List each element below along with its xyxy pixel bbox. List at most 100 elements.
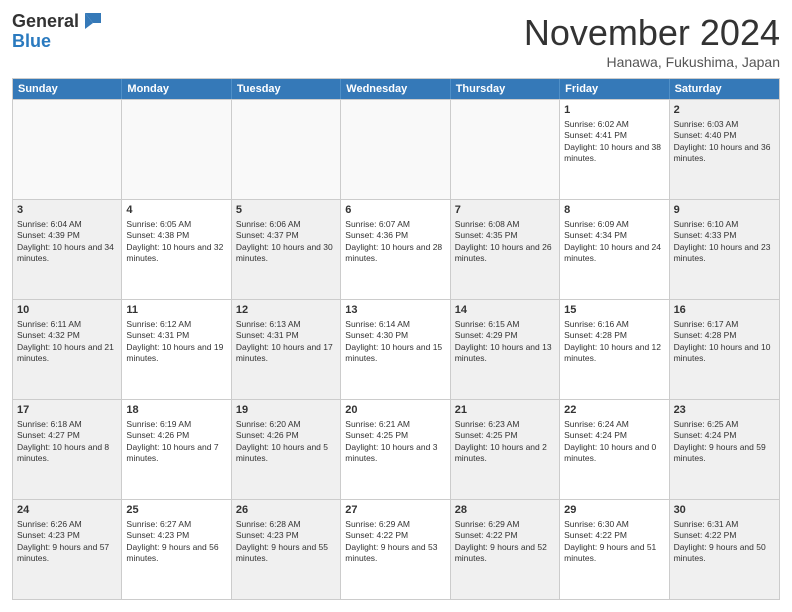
cal-cell-3-6: 15Sunrise: 6:16 AM Sunset: 4:28 PM Dayli… [560, 300, 669, 399]
cal-cell-2-2: 4Sunrise: 6:05 AM Sunset: 4:38 PM Daylig… [122, 200, 231, 299]
calendar: Sunday Monday Tuesday Wednesday Thursday… [12, 78, 780, 600]
day-info: Sunrise: 6:19 AM Sunset: 4:26 PM Dayligh… [126, 419, 218, 463]
day-info: Sunrise: 6:12 AM Sunset: 4:31 PM Dayligh… [126, 319, 223, 363]
cal-cell-1-4 [341, 100, 450, 199]
logo-general: General [12, 12, 79, 32]
day-number: 5 [236, 203, 336, 218]
day-info: Sunrise: 6:11 AM Sunset: 4:32 PM Dayligh… [17, 319, 114, 363]
day-number: 23 [674, 403, 775, 418]
day-number: 20 [345, 403, 445, 418]
cal-cell-3-3: 12Sunrise: 6:13 AM Sunset: 4:31 PM Dayli… [232, 300, 341, 399]
day-info: Sunrise: 6:08 AM Sunset: 4:35 PM Dayligh… [455, 219, 552, 263]
cal-cell-3-2: 11Sunrise: 6:12 AM Sunset: 4:31 PM Dayli… [122, 300, 231, 399]
day-number: 2 [674, 103, 775, 118]
day-info: Sunrise: 6:30 AM Sunset: 4:22 PM Dayligh… [564, 519, 656, 563]
day-number: 22 [564, 403, 664, 418]
day-info: Sunrise: 6:28 AM Sunset: 4:23 PM Dayligh… [236, 519, 328, 563]
day-number: 28 [455, 503, 555, 518]
header-tuesday: Tuesday [232, 79, 341, 99]
day-info: Sunrise: 6:27 AM Sunset: 4:23 PM Dayligh… [126, 519, 218, 563]
day-number: 3 [17, 203, 117, 218]
day-info: Sunrise: 6:10 AM Sunset: 4:33 PM Dayligh… [674, 219, 771, 263]
cal-cell-1-2 [122, 100, 231, 199]
day-info: Sunrise: 6:13 AM Sunset: 4:31 PM Dayligh… [236, 319, 333, 363]
cal-cell-5-1: 24Sunrise: 6:26 AM Sunset: 4:23 PM Dayli… [13, 500, 122, 599]
day-info: Sunrise: 6:29 AM Sunset: 4:22 PM Dayligh… [345, 519, 437, 563]
day-info: Sunrise: 6:21 AM Sunset: 4:25 PM Dayligh… [345, 419, 437, 463]
day-info: Sunrise: 6:24 AM Sunset: 4:24 PM Dayligh… [564, 419, 656, 463]
day-info: Sunrise: 6:17 AM Sunset: 4:28 PM Dayligh… [674, 319, 771, 363]
day-info: Sunrise: 6:14 AM Sunset: 4:30 PM Dayligh… [345, 319, 442, 363]
day-number: 19 [236, 403, 336, 418]
day-info: Sunrise: 6:29 AM Sunset: 4:22 PM Dayligh… [455, 519, 547, 563]
cal-cell-4-1: 17Sunrise: 6:18 AM Sunset: 4:27 PM Dayli… [13, 400, 122, 499]
logo-blue: Blue [12, 32, 103, 52]
day-number: 11 [126, 303, 226, 318]
day-info: Sunrise: 6:03 AM Sunset: 4:40 PM Dayligh… [674, 119, 771, 163]
day-info: Sunrise: 6:16 AM Sunset: 4:28 PM Dayligh… [564, 319, 661, 363]
cal-cell-2-5: 7Sunrise: 6:08 AM Sunset: 4:35 PM Daylig… [451, 200, 560, 299]
day-number: 10 [17, 303, 117, 318]
day-info: Sunrise: 6:02 AM Sunset: 4:41 PM Dayligh… [564, 119, 661, 163]
day-info: Sunrise: 6:15 AM Sunset: 4:29 PM Dayligh… [455, 319, 552, 363]
cal-cell-3-4: 13Sunrise: 6:14 AM Sunset: 4:30 PM Dayli… [341, 300, 450, 399]
cal-week-5: 24Sunrise: 6:26 AM Sunset: 4:23 PM Dayli… [13, 499, 779, 599]
day-number: 7 [455, 203, 555, 218]
cal-cell-4-2: 18Sunrise: 6:19 AM Sunset: 4:26 PM Dayli… [122, 400, 231, 499]
cal-cell-5-5: 28Sunrise: 6:29 AM Sunset: 4:22 PM Dayli… [451, 500, 560, 599]
day-info: Sunrise: 6:05 AM Sunset: 4:38 PM Dayligh… [126, 219, 223, 263]
day-number: 21 [455, 403, 555, 418]
cal-week-4: 17Sunrise: 6:18 AM Sunset: 4:27 PM Dayli… [13, 399, 779, 499]
calendar-body: 1Sunrise: 6:02 AM Sunset: 4:41 PM Daylig… [13, 99, 779, 599]
day-number: 9 [674, 203, 775, 218]
cal-cell-1-1 [13, 100, 122, 199]
logo: General Blue [12, 12, 103, 52]
cal-cell-2-4: 6Sunrise: 6:07 AM Sunset: 4:36 PM Daylig… [341, 200, 450, 299]
cal-cell-2-3: 5Sunrise: 6:06 AM Sunset: 4:37 PM Daylig… [232, 200, 341, 299]
day-info: Sunrise: 6:20 AM Sunset: 4:26 PM Dayligh… [236, 419, 328, 463]
day-info: Sunrise: 6:18 AM Sunset: 4:27 PM Dayligh… [17, 419, 109, 463]
day-number: 30 [674, 503, 775, 518]
day-number: 17 [17, 403, 117, 418]
day-number: 24 [17, 503, 117, 518]
cal-cell-5-3: 26Sunrise: 6:28 AM Sunset: 4:23 PM Dayli… [232, 500, 341, 599]
cal-cell-4-5: 21Sunrise: 6:23 AM Sunset: 4:25 PM Dayli… [451, 400, 560, 499]
header-wednesday: Wednesday [341, 79, 450, 99]
cal-cell-5-4: 27Sunrise: 6:29 AM Sunset: 4:22 PM Dayli… [341, 500, 450, 599]
cal-cell-1-7: 2Sunrise: 6:03 AM Sunset: 4:40 PM Daylig… [670, 100, 779, 199]
day-number: 14 [455, 303, 555, 318]
cal-cell-3-5: 14Sunrise: 6:15 AM Sunset: 4:29 PM Dayli… [451, 300, 560, 399]
cal-cell-3-1: 10Sunrise: 6:11 AM Sunset: 4:32 PM Dayli… [13, 300, 122, 399]
month-title: November 2024 [524, 12, 780, 54]
cal-cell-5-6: 29Sunrise: 6:30 AM Sunset: 4:22 PM Dayli… [560, 500, 669, 599]
day-info: Sunrise: 6:31 AM Sunset: 4:22 PM Dayligh… [674, 519, 766, 563]
cal-week-1: 1Sunrise: 6:02 AM Sunset: 4:41 PM Daylig… [13, 99, 779, 199]
cal-cell-1-3 [232, 100, 341, 199]
cal-cell-4-6: 22Sunrise: 6:24 AM Sunset: 4:24 PM Dayli… [560, 400, 669, 499]
day-info: Sunrise: 6:04 AM Sunset: 4:39 PM Dayligh… [17, 219, 114, 263]
cal-week-2: 3Sunrise: 6:04 AM Sunset: 4:39 PM Daylig… [13, 199, 779, 299]
day-info: Sunrise: 6:09 AM Sunset: 4:34 PM Dayligh… [564, 219, 661, 263]
cal-cell-2-7: 9Sunrise: 6:10 AM Sunset: 4:33 PM Daylig… [670, 200, 779, 299]
cal-week-3: 10Sunrise: 6:11 AM Sunset: 4:32 PM Dayli… [13, 299, 779, 399]
calendar-header: Sunday Monday Tuesday Wednesday Thursday… [13, 79, 779, 99]
cal-cell-4-4: 20Sunrise: 6:21 AM Sunset: 4:25 PM Dayli… [341, 400, 450, 499]
cal-cell-2-1: 3Sunrise: 6:04 AM Sunset: 4:39 PM Daylig… [13, 200, 122, 299]
day-number: 16 [674, 303, 775, 318]
day-number: 1 [564, 103, 664, 118]
header-friday: Friday [560, 79, 669, 99]
day-info: Sunrise: 6:07 AM Sunset: 4:36 PM Dayligh… [345, 219, 442, 263]
day-number: 27 [345, 503, 445, 518]
page: General Blue November 2024 Hanawa, Fukus… [0, 0, 792, 612]
header-saturday: Saturday [670, 79, 779, 99]
title-block: November 2024 Hanawa, Fukushima, Japan [524, 12, 780, 70]
cal-cell-1-6: 1Sunrise: 6:02 AM Sunset: 4:41 PM Daylig… [560, 100, 669, 199]
header-sunday: Sunday [13, 79, 122, 99]
location: Hanawa, Fukushima, Japan [524, 54, 780, 70]
header: General Blue November 2024 Hanawa, Fukus… [12, 12, 780, 70]
header-monday: Monday [122, 79, 231, 99]
day-number: 8 [564, 203, 664, 218]
cal-cell-4-3: 19Sunrise: 6:20 AM Sunset: 4:26 PM Dayli… [232, 400, 341, 499]
day-number: 26 [236, 503, 336, 518]
day-number: 13 [345, 303, 445, 318]
